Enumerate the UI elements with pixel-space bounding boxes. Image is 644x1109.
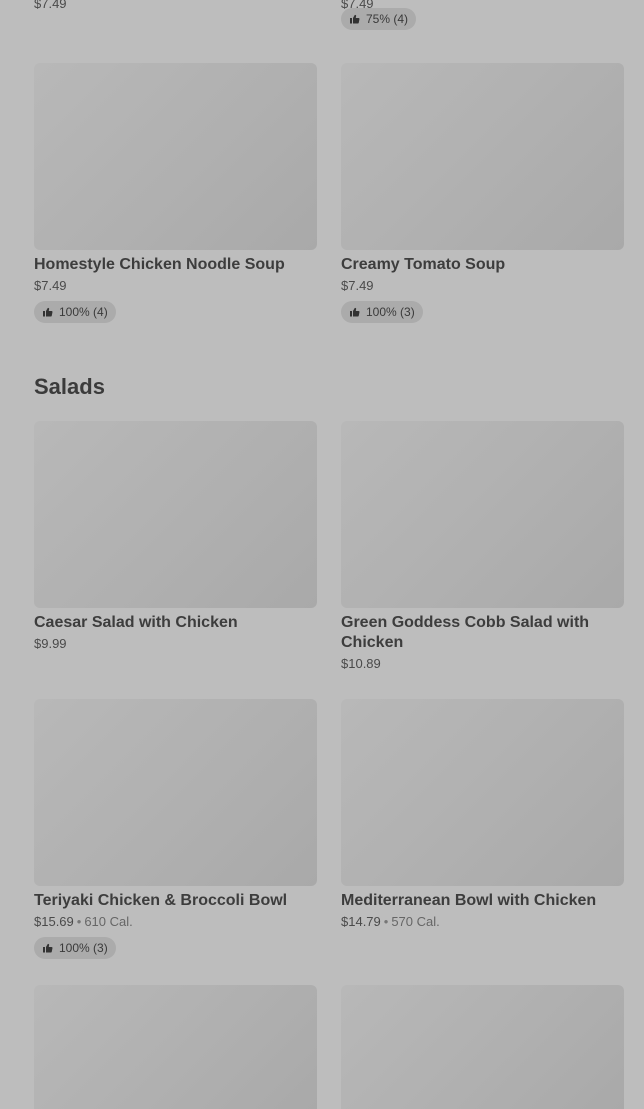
menu-item-card[interactable]: Creamy Tomato Soup $7.49 100% (3) (341, 63, 624, 323)
meta-separator: • (76, 914, 82, 929)
menu-item-calories: 610 Cal. (84, 914, 133, 929)
thumbs-up-icon (350, 14, 360, 24)
menu-item-image[interactable] (341, 421, 624, 608)
menu-item-card[interactable]: Homestyle Chicken Noodle Soup $7.49 100%… (34, 63, 317, 323)
menu-item-name: Homestyle Chicken Noodle Soup (34, 256, 285, 273)
menu-item-meta: $14.79 • 570 Cal. (341, 914, 624, 930)
rating-badge: 100% (3) (34, 937, 116, 959)
menu-item-name: Mediterranean Bowl with Chicken (341, 892, 597, 909)
menu-item-name: Creamy Tomato Soup (341, 256, 506, 273)
rating-text: 100% (3) (366, 305, 415, 319)
menu-item-image[interactable] (34, 985, 317, 1109)
menu-item-price: $10.89 (341, 656, 381, 671)
top-right-rating-badge: 75% (4) (341, 8, 417, 30)
menu-page: $7.49 $7.49 75% (4) Homestyle Chicken No… (0, 0, 644, 1109)
menu-item-meta: $15.69 • 610 Cal. (34, 914, 317, 930)
menu-item-card[interactable]: Mediterranean Bowl with Chicken $14.79 • 5… (341, 699, 624, 930)
meta-separator: • (383, 914, 389, 929)
thumbs-up-icon (350, 307, 360, 317)
menu-item-image[interactable] (34, 421, 317, 608)
menu-item-price: $9.99 (34, 636, 67, 651)
menu-item-price: $14.79 (341, 914, 381, 929)
menu-item-card[interactable]: Caesar Salad with Chicken $9.99 (34, 421, 317, 652)
menu-item-name: Teriyaki Chicken & Broccoli Bowl (34, 892, 288, 909)
thumbs-up-icon (43, 307, 53, 317)
menu-item-price: $15.69 (34, 914, 74, 929)
rating-text: 75% (4) (366, 12, 409, 26)
section-title-salads: Salads (34, 374, 105, 399)
rating-text: 100% (4) (59, 305, 108, 319)
top-left-price: $7.49 (34, 0, 67, 11)
menu-item-image[interactable] (341, 63, 624, 250)
menu-item-calories: 570 Cal. (391, 914, 440, 929)
rating-text: 100% (3) (59, 941, 108, 955)
rating-badge: 100% (3) (341, 301, 423, 323)
menu-item-image[interactable] (34, 63, 317, 250)
thumbs-up-icon (43, 943, 53, 953)
menu-item-card[interactable] (341, 985, 624, 1109)
menu-item-price: $7.49 (34, 278, 67, 293)
menu-item-name: Caesar Salad with Chicken (34, 614, 238, 631)
menu-item-name: Green Goddess Cobb Salad with Chicken (341, 614, 590, 651)
menu-item-card[interactable] (34, 985, 317, 1109)
menu-item-image[interactable] (341, 985, 624, 1109)
menu-item-card[interactable]: Green Goddess Cobb Salad with Chicken $1… (341, 421, 624, 672)
rating-badge: 100% (4) (34, 301, 116, 323)
menu-item-image[interactable] (34, 699, 317, 886)
menu-item-card[interactable]: Teriyaki Chicken & Broccoli Bowl $15.69 •… (34, 699, 317, 959)
menu-item-image[interactable] (341, 699, 624, 886)
menu-item-price: $7.49 (341, 278, 374, 293)
